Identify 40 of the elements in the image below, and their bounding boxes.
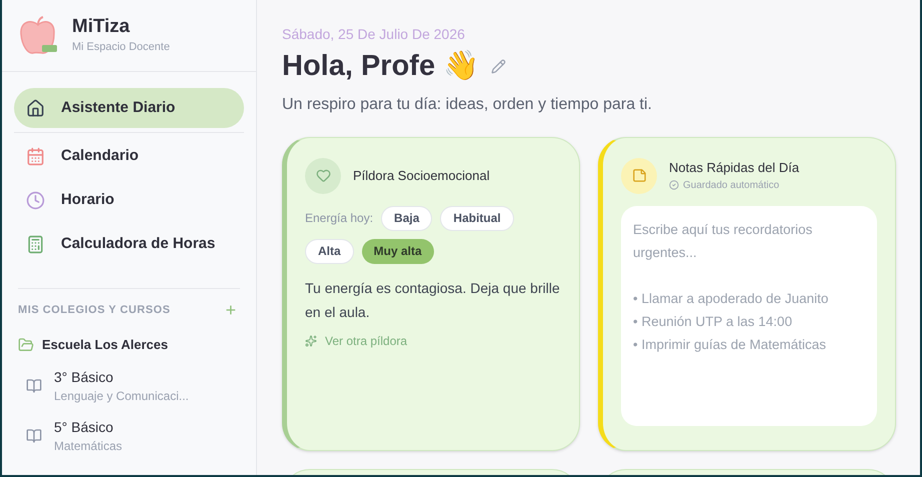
date-label: Sábado, 25 De Julio De 2026: [282, 25, 466, 44]
energy-chip[interactable]: Muy alta: [362, 238, 434, 264]
school-name: Escuela Los Alerces: [42, 336, 168, 354]
subtitle: Un respiro para tu día: ideas, orden y tiempo para ti.: [282, 94, 653, 114]
home-icon: [26, 98, 45, 118]
brand-name: MiTiza: [72, 15, 131, 40]
apple-logo-icon: [18, 16, 60, 56]
course-name: 5° Básico: [54, 418, 114, 436]
sparkles-icon: [305, 334, 317, 346]
nav-item[interactable]: Asistente Diario: [14, 88, 244, 128]
nav-item[interactable]: Calculadora de Horas: [14, 224, 244, 264]
course-item[interactable]: 3° Básico Lenguaje y Comunicaci...: [18, 366, 240, 404]
course-subject: Matemáticas: [54, 438, 122, 454]
heart-icon: [316, 168, 330, 183]
greeting-title: Hola, Profe 👋: [282, 49, 480, 84]
book-icon: [26, 378, 42, 394]
nav-item[interactable]: Calendario: [14, 136, 244, 176]
energy-chip[interactable]: Alta: [305, 238, 354, 264]
energy-label: Energía hoy:: [305, 210, 374, 227]
energy-chip[interactable]: Baja: [381, 206, 432, 230]
nav-item[interactable]: Horario: [14, 180, 244, 220]
save-status: Guardado automático: [683, 178, 780, 193]
course-name: 3° Básico: [54, 368, 114, 386]
note-icon: [632, 168, 646, 183]
brand-tagline: Mi Espacio Docente: [72, 40, 170, 56]
check-icon: [669, 180, 679, 190]
clock-icon: [26, 190, 45, 210]
section-title: MIS COLEGIOS Y CURSOS: [18, 302, 170, 318]
card-title: Notas Rápidas del Día: [669, 159, 800, 178]
folder-icon: [18, 336, 34, 353]
notes-field[interactable]: Escribe aquí tus recordatorios urgentes... • Llamar a apoderado de Juanito • Reunión UTP a las 14:00 • Imprimir guías de Matemáticas: [621, 206, 877, 426]
calculator-icon: [26, 234, 45, 254]
energy-chip[interactable]: Habitual: [440, 206, 514, 230]
edit-icon[interactable]: [491, 59, 506, 74]
course-subject: Lenguaje y Comunicaci...: [54, 388, 189, 404]
pill-message: Tu energía es contagiosa. Deja que brille en el aula.: [305, 278, 561, 322]
course-item[interactable]: 5° Básico Matemáticas: [18, 416, 240, 454]
book-icon: [26, 428, 42, 444]
card-title: Píldora Socioemocional: [353, 166, 490, 185]
calendar-icon: [26, 146, 45, 166]
